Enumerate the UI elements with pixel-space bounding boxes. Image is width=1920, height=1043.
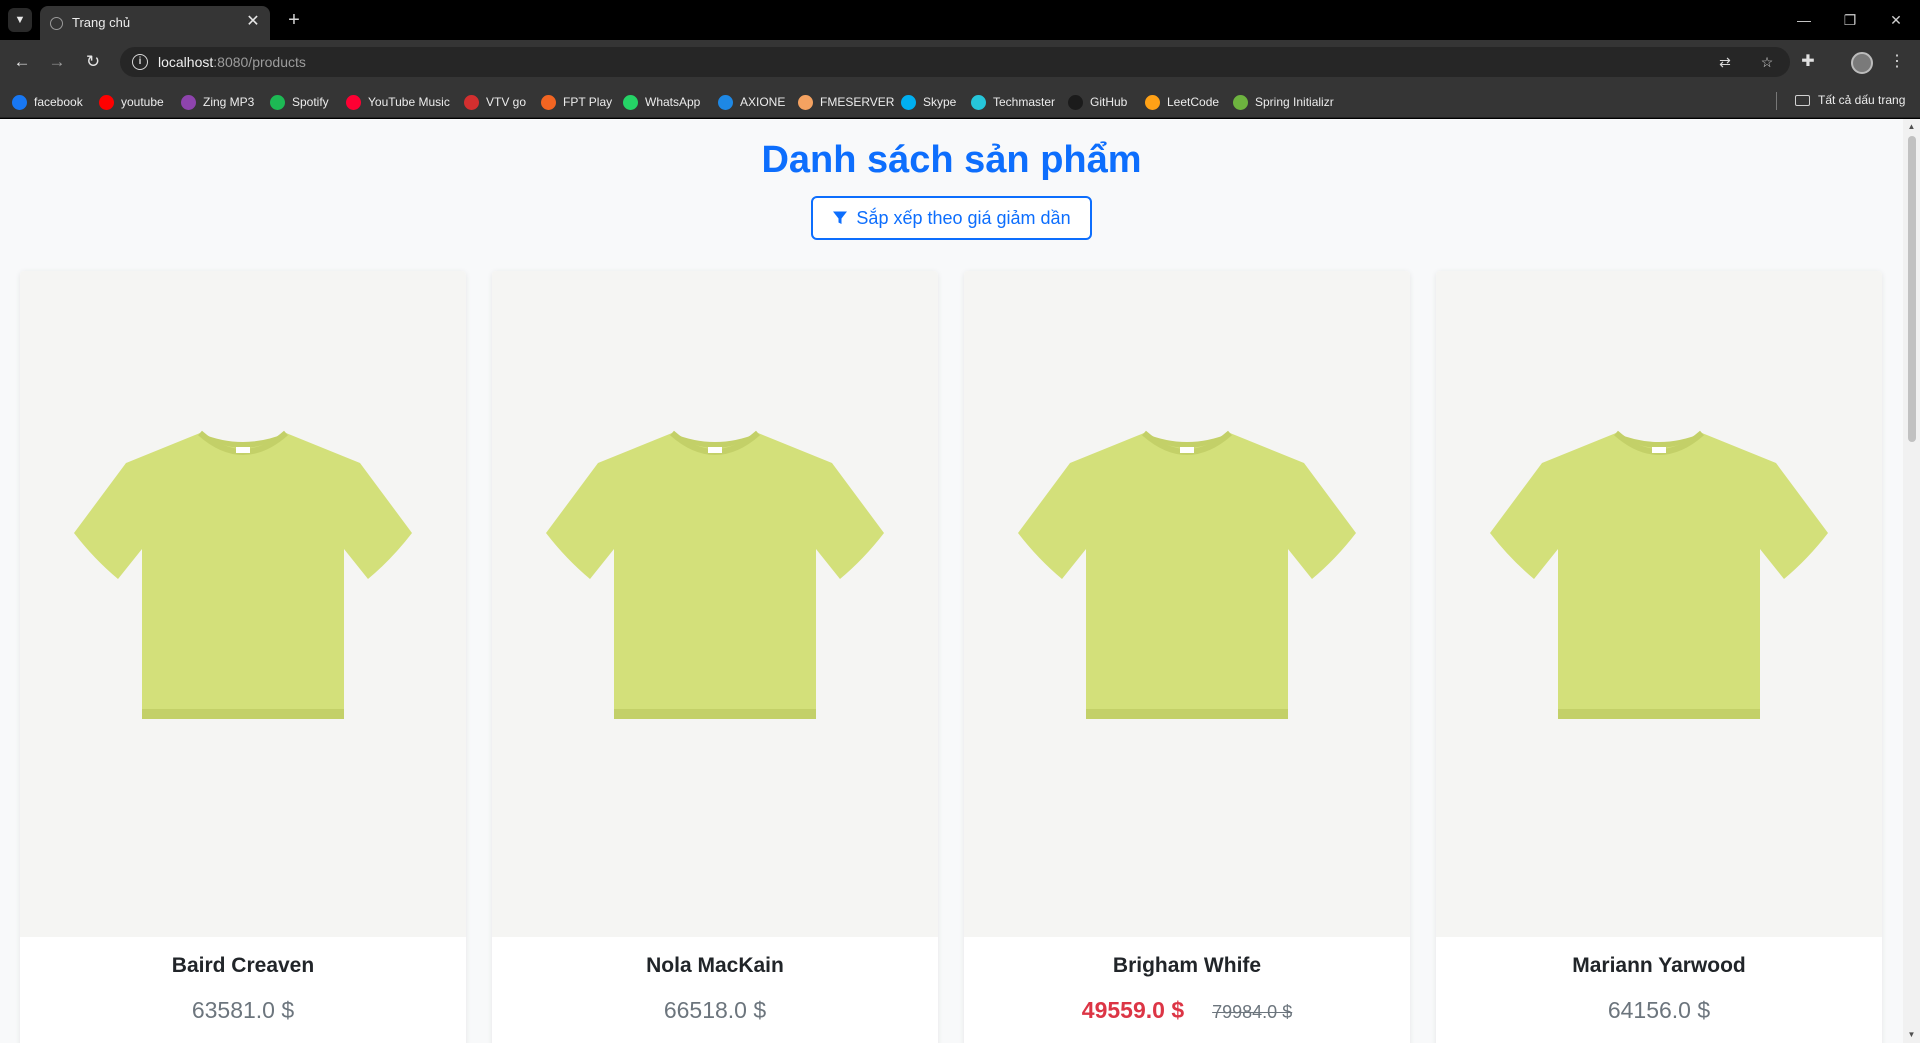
page-viewport: Danh sách sản phẩm Sắp xếp theo giá giảm… xyxy=(0,119,1903,1043)
address-bar[interactable]: i localhost:8080/products ⇄ ☆ xyxy=(120,47,1790,77)
product-price-row: 63581.0 $ xyxy=(20,997,466,1024)
youtube-icon xyxy=(99,94,114,110)
bookmark-fmeserver[interactable]: FMESERVER xyxy=(798,93,894,111)
sort-by-price-desc-button[interactable]: Sắp xếp theo giá giảm dần xyxy=(811,196,1092,240)
product-price-row: 64156.0 $ xyxy=(1436,997,1882,1024)
product-image[interactable] xyxy=(1436,271,1882,937)
restore-icon[interactable]: ❐ xyxy=(1838,8,1862,32)
product-name: Mariann Yarwood xyxy=(1572,954,1746,977)
facebook-icon xyxy=(12,94,27,110)
product-card[interactable]: Mariann Yarwood 64156.0 $ xyxy=(1436,271,1882,1043)
menu-kebab-icon[interactable]: ⋮ xyxy=(1885,50,1909,74)
browser-toolbar: ← → ↻ i localhost:8080/products ⇄ ☆ ✚ ⋮ xyxy=(0,40,1920,84)
bookmark-star-icon[interactable]: ☆ xyxy=(1756,51,1778,73)
scroll-down-arrow-icon[interactable]: ▼ xyxy=(1903,1028,1920,1042)
vtv-go-icon xyxy=(464,94,479,110)
tab-search-chevron-icon[interactable]: ▼ xyxy=(8,8,32,32)
folder-icon xyxy=(1795,94,1810,106)
translate-icon[interactable]: ⇄ xyxy=(1714,51,1736,73)
active-tab[interactable]: Trang chủ ✕ xyxy=(40,6,270,40)
product-price-row: 66518.0 $ xyxy=(492,997,938,1024)
product-price: 66518.0 $ xyxy=(663,997,767,1023)
profile-avatar[interactable] xyxy=(1851,52,1873,74)
zing-mp3-icon xyxy=(181,94,196,110)
product-image[interactable] xyxy=(492,271,938,937)
bookmark-github[interactable]: GitHub xyxy=(1068,93,1127,111)
filter-funnel-icon xyxy=(833,211,848,224)
spring-initializr-icon xyxy=(1233,94,1248,110)
product-price-row: 49559.0 $ 79984.0 $ xyxy=(964,997,1410,1024)
techmaster-icon xyxy=(971,94,986,110)
bookmark-facebook[interactable]: facebook xyxy=(12,93,83,111)
t-shirt-illustration xyxy=(74,430,412,719)
forward-icon[interactable]: → xyxy=(45,50,69,74)
bookmark-vtv-go[interactable]: VTV go xyxy=(464,93,526,111)
bookmarks-bar: facebook youtube Zing MP3 Spotify YouTub… xyxy=(0,84,1920,118)
globe-icon xyxy=(50,17,63,30)
youtube-music-icon xyxy=(346,94,361,110)
scroll-up-arrow-icon[interactable]: ▲ xyxy=(1903,120,1920,134)
fpt-play-icon xyxy=(541,94,556,110)
tab-title: Trang chủ xyxy=(72,15,131,30)
bookmark-fpt-play[interactable]: FPT Play xyxy=(541,93,612,111)
product-name: Nola MacKain xyxy=(646,954,784,977)
axione-icon xyxy=(718,94,733,110)
new-tab-icon[interactable]: + xyxy=(282,8,306,32)
product-card[interactable]: Brigham Whife 49559.0 $ 79984.0 $ xyxy=(964,271,1410,1043)
all-bookmarks-folder[interactable]: Tất cả dấu trang xyxy=(1795,93,1905,107)
bookmark-youtube[interactable]: youtube xyxy=(99,93,164,111)
minimize-icon[interactable]: — xyxy=(1792,8,1816,32)
skype-icon xyxy=(901,94,916,110)
reload-icon[interactable]: ↻ xyxy=(81,50,105,74)
bookmark-spotify[interactable]: Spotify xyxy=(270,93,329,111)
bookmarks-divider xyxy=(1776,92,1777,110)
tab-close-icon[interactable]: ✕ xyxy=(244,13,262,31)
spotify-icon xyxy=(270,94,285,110)
product-card[interactable]: Baird Creaven 63581.0 $ xyxy=(20,271,466,1043)
github-icon xyxy=(1068,94,1083,110)
window-close-icon[interactable]: ✕ xyxy=(1884,8,1908,32)
product-card[interactable]: Nola MacKain 66518.0 $ xyxy=(492,271,938,1043)
site-info-icon[interactable]: i xyxy=(132,54,148,70)
vertical-scrollbar[interactable]: ▲ ▼ xyxy=(1903,119,1920,1043)
product-old-price: 79984.0 $ xyxy=(1212,1002,1293,1022)
extensions-icon[interactable]: ✚ xyxy=(1796,50,1820,74)
product-price: 63581.0 $ xyxy=(191,997,295,1023)
scrollbar-thumb[interactable] xyxy=(1908,136,1916,442)
bookmark-spring-initializr[interactable]: Spring Initializr xyxy=(1233,93,1334,111)
product-image[interactable] xyxy=(20,271,466,937)
product-name: Brigham Whife xyxy=(1112,954,1262,977)
bookmark-whatsapp[interactable]: WhatsApp xyxy=(623,93,700,111)
leetcode-icon xyxy=(1145,94,1160,110)
product-price: 64156.0 $ xyxy=(1607,997,1711,1023)
bookmark-zing-mp3[interactable]: Zing MP3 xyxy=(181,93,254,111)
page-title: Danh sách sản phẩm xyxy=(761,139,1142,181)
t-shirt-illustration xyxy=(1490,430,1828,719)
tab-strip: ▼ Trang chủ ✕ + — ❐ ✕ xyxy=(0,0,1920,40)
product-sale-price: 49559.0 $ xyxy=(1081,997,1185,1023)
bookmark-leetcode[interactable]: LeetCode xyxy=(1145,93,1219,111)
product-name: Baird Creaven xyxy=(171,954,315,977)
t-shirt-illustration xyxy=(1018,430,1356,719)
bookmark-techmaster[interactable]: Techmaster xyxy=(971,93,1055,111)
back-icon[interactable]: ← xyxy=(10,50,34,74)
t-shirt-illustration xyxy=(546,430,884,719)
bookmark-youtube-music[interactable]: YouTube Music xyxy=(346,93,450,111)
url-text[interactable]: localhost:8080/products xyxy=(158,54,306,70)
product-image[interactable] xyxy=(964,271,1410,937)
bookmark-skype[interactable]: Skype xyxy=(901,93,956,111)
whatsapp-icon xyxy=(623,94,638,110)
bookmark-axione[interactable]: AXIONE xyxy=(718,93,785,111)
fmeserver-icon xyxy=(798,94,813,110)
